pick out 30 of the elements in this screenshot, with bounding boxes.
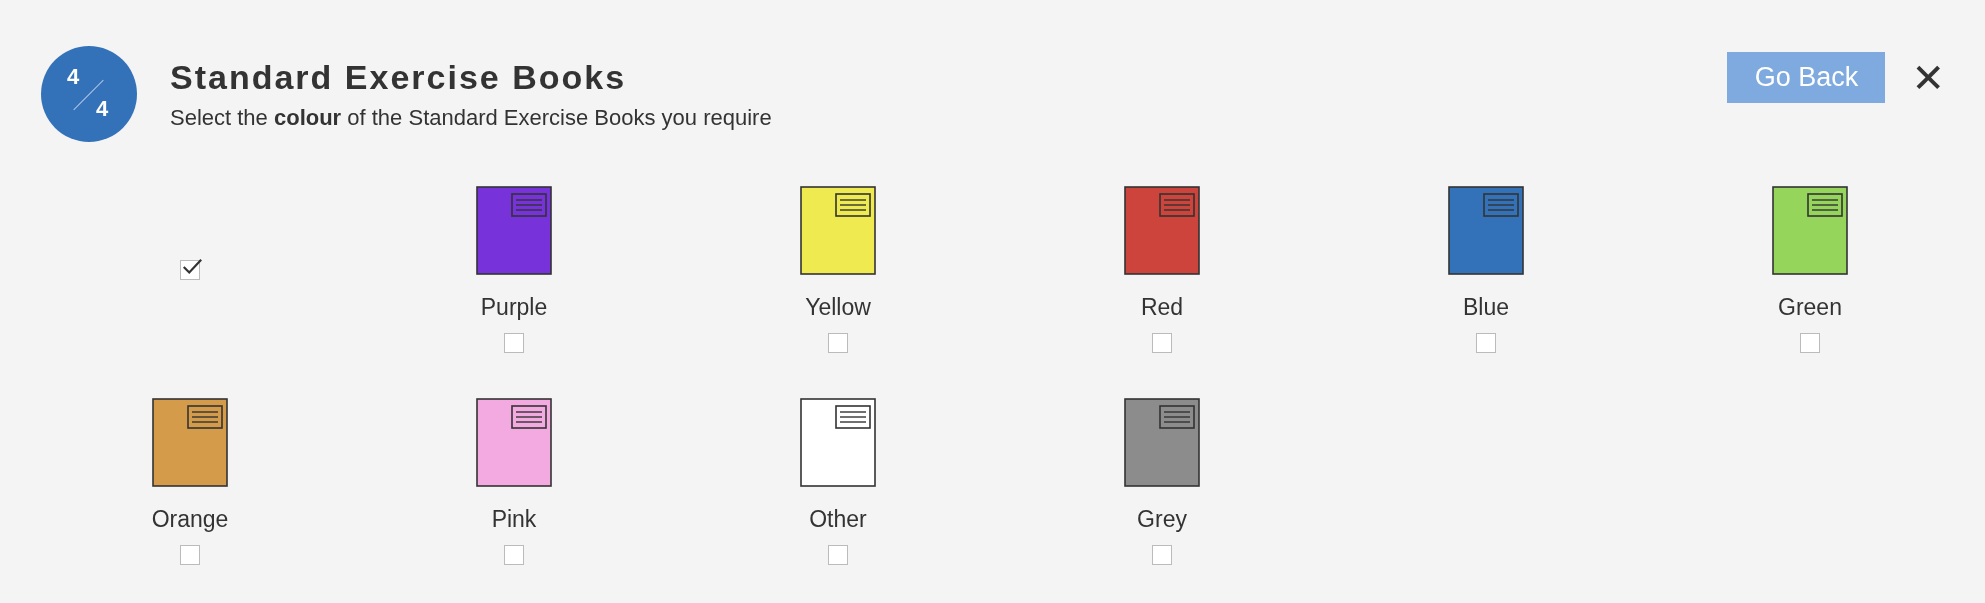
checkbox[interactable] xyxy=(1152,545,1172,565)
exercise-book-icon[interactable] xyxy=(1772,186,1848,275)
step-total: 4 xyxy=(96,96,109,122)
checkbox[interactable] xyxy=(1152,333,1172,353)
colour-label: Green xyxy=(1778,293,1842,321)
colour-label: Grey xyxy=(1137,505,1187,533)
checkbox[interactable] xyxy=(828,333,848,353)
checkbox[interactable] xyxy=(504,545,524,565)
colour-label: Purple xyxy=(480,293,548,321)
checkbox[interactable] xyxy=(180,545,200,565)
exercise-book-icon[interactable] xyxy=(476,398,552,487)
page-title: Standard Exercise Books xyxy=(170,57,628,97)
page-subtitle: Select the colour of the Standard Exercise Books you require xyxy=(170,104,773,131)
colour-label: Yellow xyxy=(805,293,871,321)
exercise-book-icon[interactable] xyxy=(1124,398,1200,487)
checkbox[interactable] xyxy=(1800,333,1820,353)
checkbox[interactable] xyxy=(1476,333,1496,353)
colour-label: Other xyxy=(809,505,867,533)
close-button[interactable]: ✕ xyxy=(1911,57,1945,98)
colour-label: Blue xyxy=(1462,293,1509,321)
exercise-book-icon[interactable] xyxy=(152,398,228,487)
exercise-book-icon[interactable] xyxy=(800,186,876,275)
colour-label: Red xyxy=(1140,293,1184,321)
checkbox[interactable] xyxy=(828,545,848,565)
checkbox[interactable] xyxy=(504,333,524,353)
exercise-book-icon[interactable] xyxy=(800,398,876,487)
colour-label: Pink xyxy=(491,505,537,533)
step-current: 4 xyxy=(67,64,80,90)
checkbox[interactable] xyxy=(180,260,200,280)
colour-label: Orange xyxy=(151,505,229,533)
